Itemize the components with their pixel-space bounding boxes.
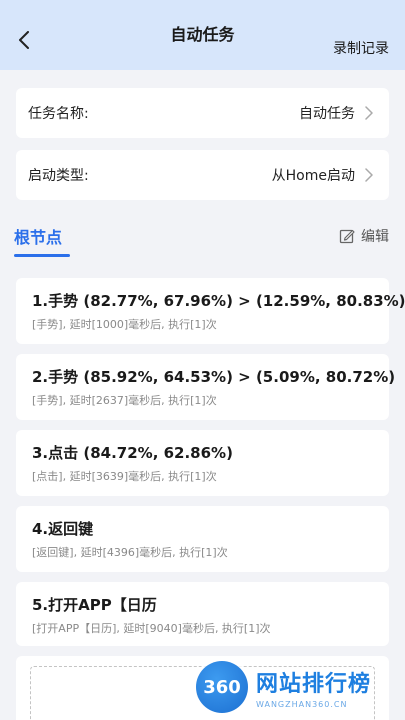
step-desc: [返回键], 延时[4396]毫秒后, 执行[1]次 [32,546,228,559]
step-item[interactable]: 3.点击 (84.72%, 62.86%) [点击], 延时[3639]毫秒后,… [16,430,389,496]
step-item[interactable]: 2.手势 (85.92%, 64.53%) > (5.09%, 80.72%) … [16,354,396,420]
tab-root-node[interactable]: 根节点 [14,224,62,248]
top-bar: 自动任务 录制记录 [0,0,405,70]
chevron-right-icon [365,106,375,120]
watermark-main: 网站排行榜 [256,671,372,697]
launch-type-value-group: 从Home启动 [272,165,375,185]
page-title: 自动任务 [170,25,235,44]
launch-type-label: 启动类型: [28,168,89,184]
watermark-logo: 360 网站排行榜 WANGZHAN360.CN [196,654,405,720]
chevron-left-icon [19,31,29,49]
step-title: 5.打开APP【日历 [32,596,157,614]
back-button[interactable] [14,30,34,50]
task-name-field[interactable]: 任务名称: 自动任务 [16,88,389,138]
step-item[interactable]: 4.返回键 [返回键], 延时[4396]毫秒后, 执行[1]次 [16,506,389,572]
task-name-label: 任务名称: [28,106,89,122]
step-title: 1.手势 (82.77%, 67.96%) > (12.59%, 80.83%) [32,292,405,310]
watermark-badge: 360 [196,661,248,713]
watermark-text: 网站排行榜 WANGZHAN360.CN [256,666,371,709]
step-item[interactable]: 1.手势 (82.77%, 67.96%) > (12.59%, 80.83%)… [16,278,405,344]
chevron-right-icon [365,168,375,182]
launch-type-field[interactable]: 启动类型: 从Home启动 [16,150,389,200]
launch-type-value: 从Home启动 [271,168,355,184]
edit-icon [339,229,355,244]
task-name-value-group: 自动任务 [299,103,375,123]
record-history-link[interactable]: 录制记录 [333,38,389,58]
step-title: 2.手势 (85.92%, 64.53%) > (5.09%, 80.72%) [32,368,396,386]
step-title: 3.点击 (84.72%, 62.86%) [32,444,233,462]
edit-button[interactable]: 编辑 [339,226,389,246]
step-desc: [点击], 延时[3639]毫秒后, 执行[1]次 [32,470,217,483]
step-desc: [打开APP【日历], 延时[9040]毫秒后, 执行[1]次 [32,622,271,635]
step-title: 4.返回键 [32,520,94,538]
tab-underline [14,254,70,257]
watermark-sub: WANGZHAN360.CN [256,699,348,709]
step-desc: [手势], 延时[1000]毫秒后, 执行[1]次 [32,318,217,331]
task-name-value: 自动任务 [299,106,355,122]
step-item[interactable]: 5.打开APP【日历 [打开APP【日历], 延时[9040]毫秒后, 执行[1… [16,582,389,646]
step-desc: [手势], 延时[2637]毫秒后, 执行[1]次 [32,394,217,407]
edit-label: 编辑 [361,229,389,245]
